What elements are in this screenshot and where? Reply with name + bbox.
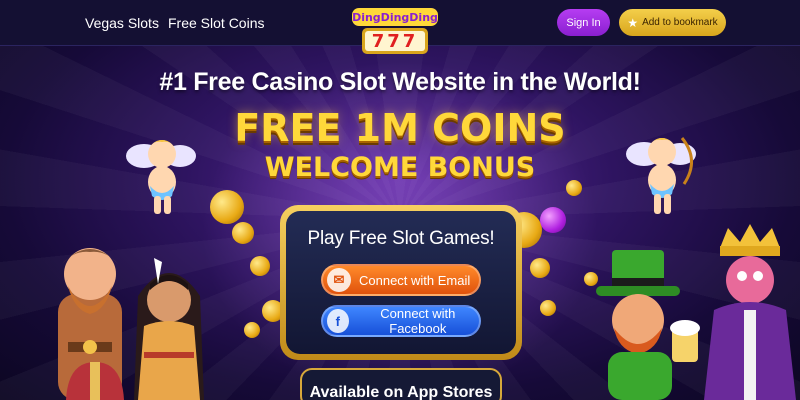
envelope-icon: ✉	[327, 268, 351, 292]
coin-decoration	[210, 190, 244, 224]
dingdingding-777-logo[interactable]: DingDingDing 777	[348, 4, 442, 56]
add-to-bookmark-button[interactable]: ★ Add to bookmark	[619, 9, 726, 36]
logo-line2: 777	[372, 31, 419, 52]
coin-decoration	[244, 322, 260, 338]
king-character-illustration	[704, 224, 796, 400]
bookmark-label: Add to bookmark	[642, 17, 718, 28]
app-stores-label: Available on App Stores	[309, 384, 493, 400]
coin-decoration	[540, 300, 556, 316]
purple-ball-decoration	[540, 207, 566, 233]
sign-in-button[interactable]: Sign In	[557, 9, 610, 36]
connect-with-facebook-button[interactable]: f Connect with Facebook	[321, 305, 481, 337]
coin-decoration	[232, 222, 254, 244]
native-girl-character-illustration	[134, 258, 204, 400]
facebook-icon: f	[327, 309, 349, 333]
leprechaun-character-illustration	[596, 250, 700, 400]
nav-link-vegas-slots[interactable]: Vegas Slots	[85, 15, 159, 31]
panel-title: Play Free Slot Games!	[307, 228, 495, 249]
coin-decoration	[530, 258, 550, 278]
connect-with-email-button[interactable]: ✉ Connect with Email	[321, 264, 481, 296]
star-icon: ★	[627, 15, 639, 30]
email-button-label: Connect with Email	[359, 272, 471, 288]
logo-line1: DingDingDing	[352, 11, 438, 24]
coin-decoration	[250, 256, 270, 276]
nav-link-free-slot-coins[interactable]: Free Slot Coins	[168, 15, 264, 31]
cupid-right-illustration	[626, 137, 696, 214]
hero-tagline: #1 Free Casino Slot Website in the World…	[159, 68, 641, 96]
cupid-left-illustration	[126, 140, 196, 214]
facebook-button-label: Connect with Facebook	[380, 306, 456, 336]
helmet-warrior-illustration	[66, 362, 124, 400]
